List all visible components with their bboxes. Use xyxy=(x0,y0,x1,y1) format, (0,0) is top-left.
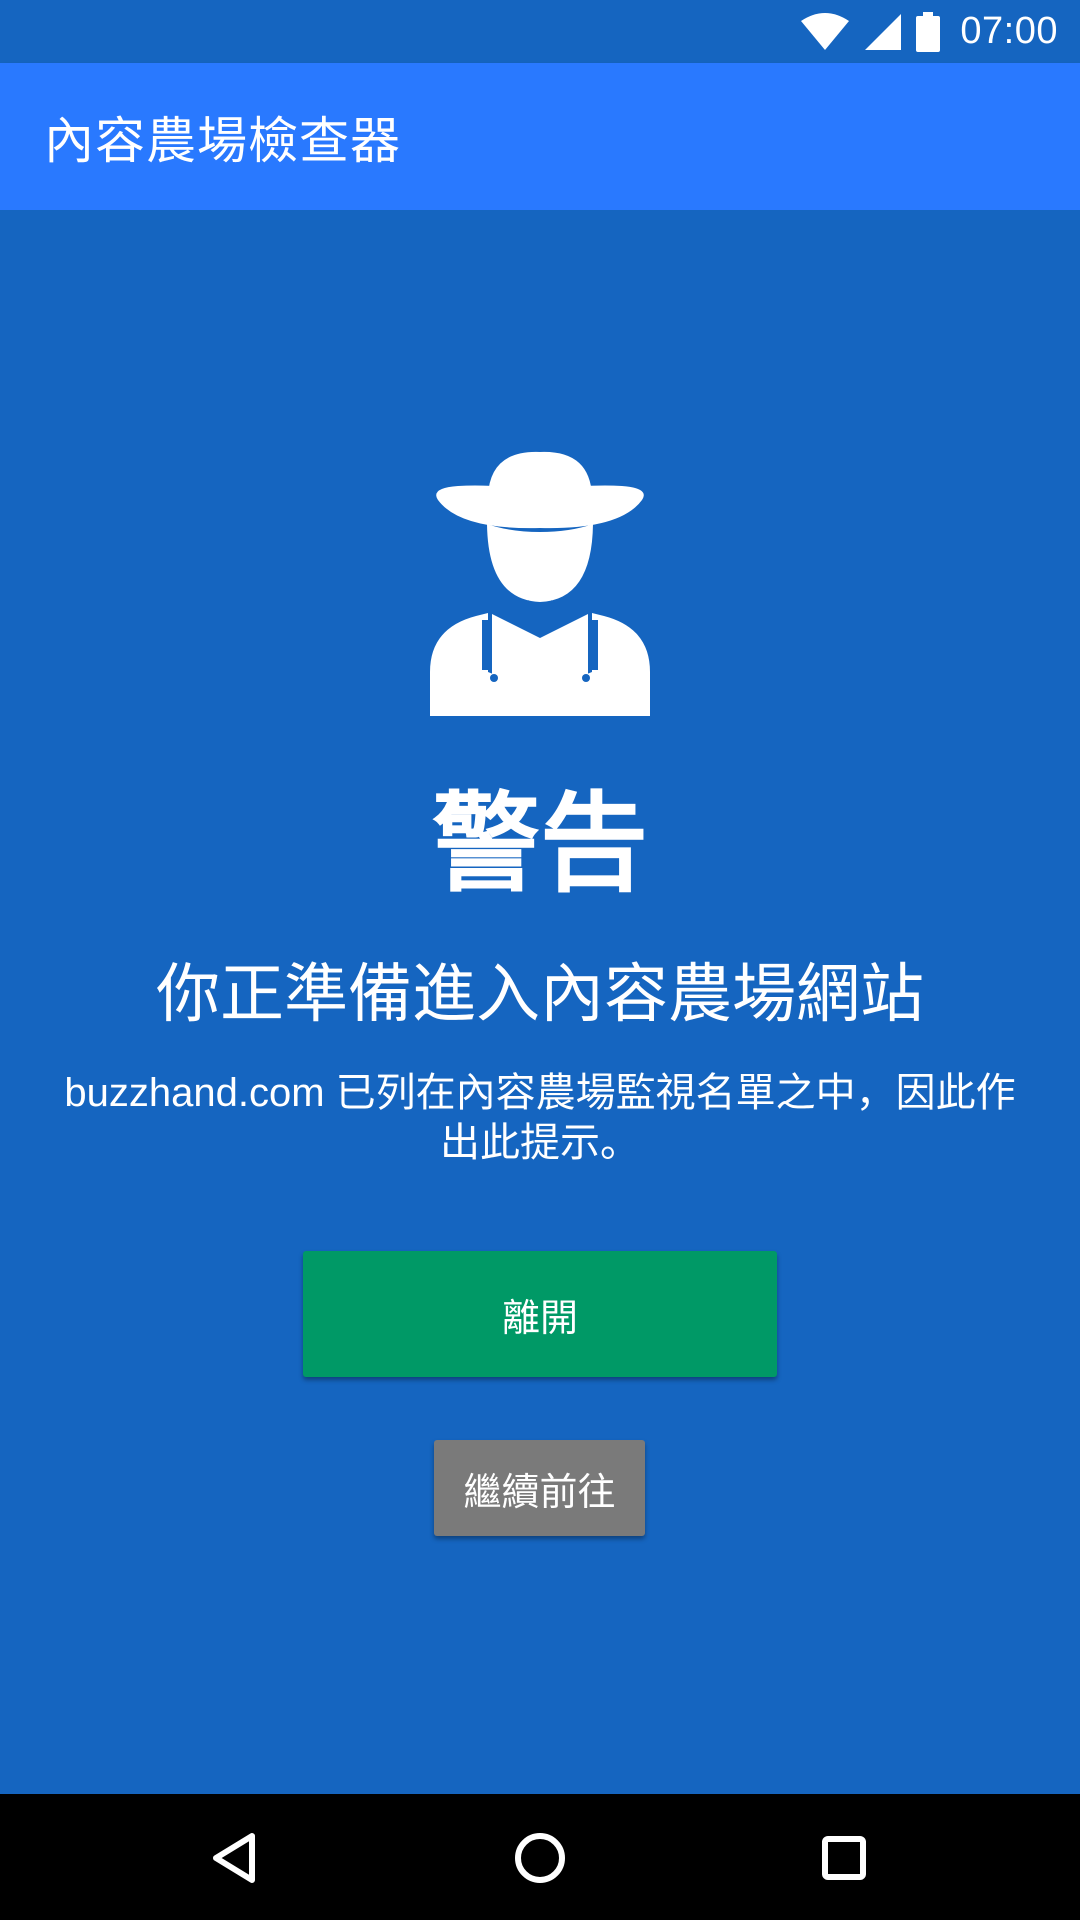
recent-apps-icon[interactable] xyxy=(808,1822,880,1894)
continue-button[interactable]: 繼續前往 xyxy=(434,1440,645,1536)
leave-button[interactable]: 離開 xyxy=(303,1251,777,1377)
main-content: 警告 你正準備進入內容農場網站 buzzhand.com 已列在內容農場監視名單… xyxy=(0,210,1080,1794)
app-bar: 內容農場檢查器 xyxy=(0,63,1080,210)
farmer-icon xyxy=(430,450,650,716)
warning-title: 警告 xyxy=(431,782,648,907)
home-icon[interactable] xyxy=(504,1822,576,1894)
warning-subtitle: 你正準備進入內容農場網站 xyxy=(156,958,924,1032)
warning-description: buzzhand.com 已列在內容農場監視名單之中，因此作出此提示。 xyxy=(64,1071,1016,1165)
screen: 07:00 內容農場檢查器 警告 你正準備進入內容農場網站 buzzhand.c… xyxy=(0,0,1080,1920)
app-title: 內容農場檢查器 xyxy=(44,111,401,170)
signal-icon xyxy=(864,13,902,51)
status-bar: 07:00 xyxy=(0,0,1080,63)
back-icon[interactable] xyxy=(200,1822,272,1894)
navigation-bar xyxy=(0,1794,1080,1920)
battery-icon xyxy=(916,11,941,52)
status-time: 07:00 xyxy=(960,10,1058,52)
wifi-icon xyxy=(800,12,850,51)
